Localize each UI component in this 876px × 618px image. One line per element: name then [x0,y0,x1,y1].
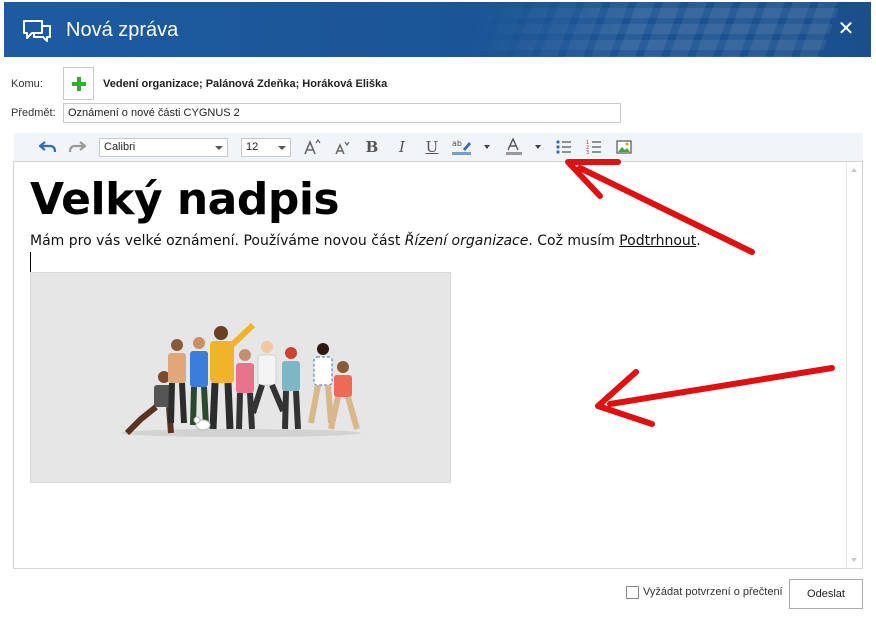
to-label: Komu: [11,78,43,90]
chevron-down-icon [215,146,223,150]
chevron-down-icon [278,146,286,150]
insert-image-icon[interactable] [614,137,634,157]
recipients-list: Vedení organizace; Palánová Zdeňka; Horá… [103,78,388,90]
message-editor[interactable]: Velký nadpis Mám pro vás velké oznámení.… [13,161,863,569]
highlight-icon[interactable]: ab [450,137,474,157]
person-figure [124,371,174,436]
chevron-down-icon [484,145,490,149]
read-receipt-checkbox[interactable] [626,586,639,599]
add-recipient-button[interactable] [63,67,94,100]
bold-button[interactable]: B [362,137,382,157]
editor-scrollbar[interactable] [846,162,862,568]
font-color-icon[interactable] [502,137,526,157]
subject-input[interactable] [63,103,621,123]
bullet-list-icon[interactable] [554,137,574,157]
editor-paragraph: Mám pro vás velké oznámení. Používáme no… [30,233,701,249]
paragraph-text-end: . [696,233,701,249]
paragraph-underline-text: Podtrhnout [619,233,697,249]
grow-font-icon[interactable] [302,137,322,157]
shrink-font-icon[interactable] [332,137,352,157]
person-figure [236,349,255,430]
close-button[interactable]: ✕ [835,18,857,40]
paragraph-italic-text: Řízení organizace [404,233,529,249]
italic-button[interactable]: I [392,137,412,157]
person-figure [282,347,301,430]
formatting-toolbar: Calibri 12 B I U ab 123 [14,133,863,161]
redo-icon[interactable] [67,137,87,157]
undo-icon[interactable] [38,137,58,157]
window-title: Nová zpráva [66,19,179,41]
scroll-up-icon[interactable] [851,168,857,172]
editor-heading: Velký nadpis [30,174,340,225]
title-bar: Nová zpráva ✕ [4,2,871,57]
inserted-image[interactable] [30,272,451,483]
font-size-value: 12 [246,141,259,153]
font-family-value: Calibri [104,141,136,153]
subject-label: Předmět: [11,107,56,119]
person-figure [250,341,286,414]
person-figure [168,339,187,424]
title-bar-pattern [460,2,842,57]
text-caret [30,252,31,272]
read-receipt-label: Vyžádat potvrzení o přečtení [643,586,783,598]
person-figure [190,337,209,426]
paragraph-text-middle: . Což musím [528,233,620,249]
chevron-down-icon [535,145,541,149]
people-group-illustration [121,322,361,437]
person-figure [328,361,360,430]
svg-text:3: 3 [586,150,589,155]
svg-text:ab: ab [452,139,462,148]
chat-bubbles-icon [23,20,51,42]
numbered-list-icon[interactable]: 123 [584,137,604,157]
highlight-dropdown[interactable] [482,137,492,157]
paragraph-text-start: Mám pro vás velké oznámení. Používáme no… [30,233,405,249]
font-size-select[interactable]: 12 [241,138,291,157]
underline-button[interactable]: U [422,137,442,157]
font-family-select[interactable]: Calibri [99,138,228,157]
scroll-down-icon[interactable] [851,558,857,562]
person-figure [308,343,334,424]
font-color-dropdown[interactable] [533,137,543,157]
plus-icon [72,77,86,91]
send-button[interactable]: Odeslat [789,579,863,609]
